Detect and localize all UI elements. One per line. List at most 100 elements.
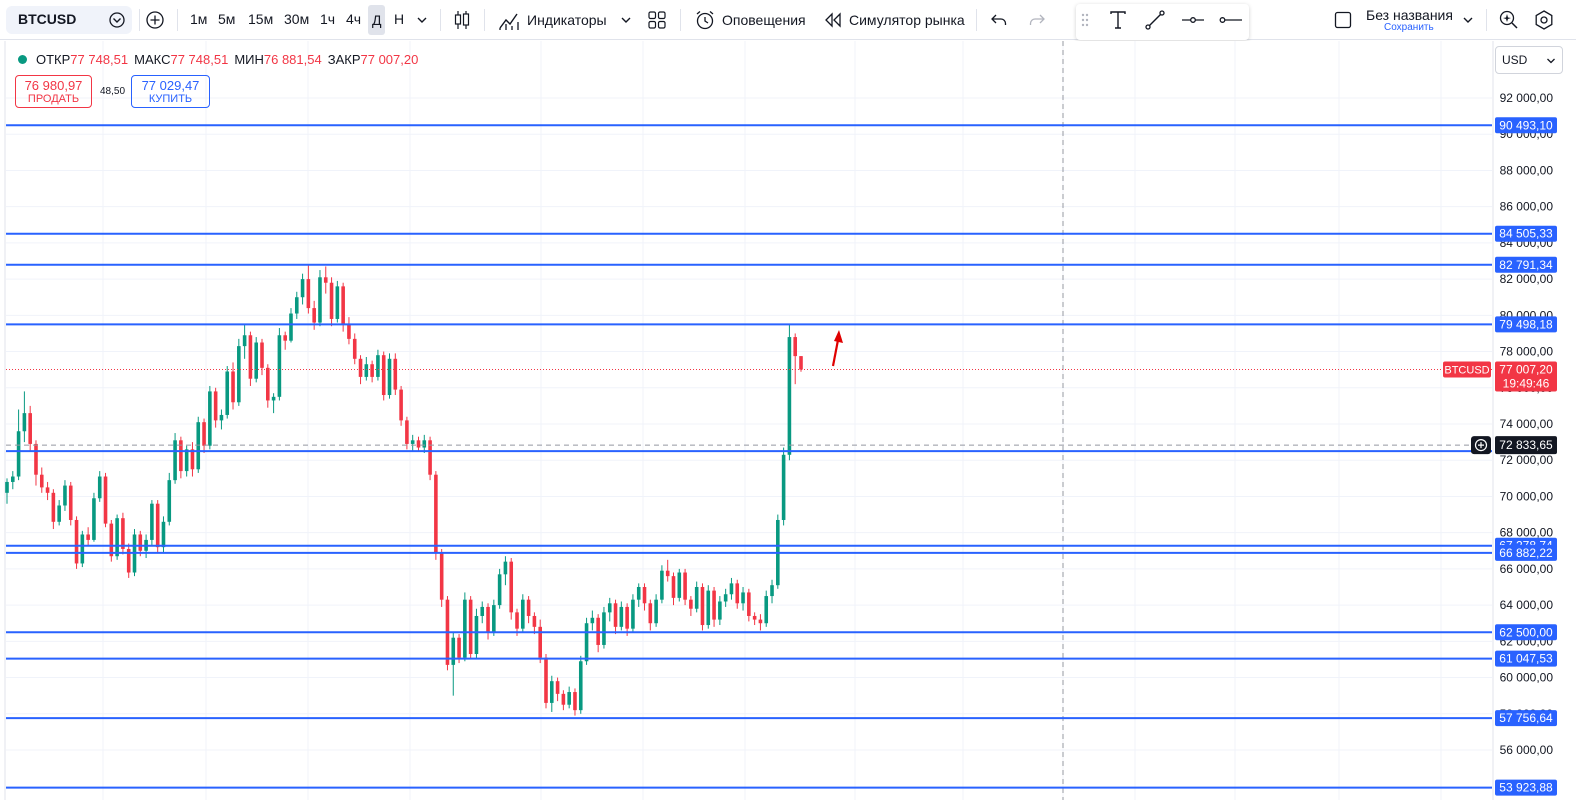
candle-body xyxy=(405,420,409,444)
market-replay-button[interactable]: Симулятор рынка xyxy=(849,12,965,28)
indicators-button[interactable]: Индикаторы xyxy=(527,12,607,28)
candle xyxy=(167,472,172,526)
redo-icon[interactable] xyxy=(1028,12,1046,28)
interval-4h[interactable]: 4ч xyxy=(346,11,361,27)
candle xyxy=(781,447,786,526)
candle-body xyxy=(277,335,282,397)
candle xyxy=(706,585,711,629)
candle-body xyxy=(376,355,380,377)
y-tick-label: 56 000,00 xyxy=(1500,743,1554,757)
interval-15m[interactable]: 15м xyxy=(248,11,273,27)
indicators-icon[interactable] xyxy=(498,9,520,31)
candle xyxy=(787,324,792,461)
candle-body xyxy=(723,594,728,602)
candle-body xyxy=(68,485,73,520)
layouts-grid-icon[interactable] xyxy=(648,11,666,29)
level-price-label: 57 756,64 xyxy=(1499,711,1553,725)
interval-week[interactable]: Н xyxy=(394,11,404,27)
candle xyxy=(683,568,687,606)
drag-grip-icon[interactable] xyxy=(1080,12,1090,28)
candle-body xyxy=(694,587,699,609)
candle xyxy=(381,351,386,401)
last-price-label: 77 007,20 xyxy=(1499,363,1553,377)
candle-body xyxy=(741,592,745,604)
candle-body xyxy=(312,308,316,323)
candle-body xyxy=(364,364,369,377)
settings-gear-icon[interactable] xyxy=(1533,9,1555,31)
candle-body xyxy=(115,518,119,557)
level-price-label: 79 498,18 xyxy=(1499,317,1553,331)
candle xyxy=(80,530,85,568)
buy-price: 77 029,47 xyxy=(141,78,200,93)
candle-body xyxy=(532,615,537,627)
trendline-icon[interactable] xyxy=(1144,9,1166,31)
candle-body xyxy=(28,413,32,444)
price-chart[interactable]: 56 000,0058 000,0060 000,0062 000,0064 0… xyxy=(0,41,1576,805)
chevron-down-circle-icon[interactable] xyxy=(108,11,126,29)
countdown-label: 19:49:46 xyxy=(1503,377,1550,391)
candle-body xyxy=(248,335,253,379)
level-price-label: 62 500,00 xyxy=(1499,625,1553,639)
candle-body xyxy=(521,599,525,629)
high-value: 77 748,51 xyxy=(170,52,229,67)
plus-circle-icon[interactable] xyxy=(145,10,165,30)
candle xyxy=(439,548,444,607)
quick-search-icon[interactable] xyxy=(1498,9,1520,31)
candle-body xyxy=(584,623,589,662)
interval-1h[interactable]: 1ч xyxy=(320,11,335,27)
y-tick-label: 72 000,00 xyxy=(1500,453,1554,467)
currency-select[interactable]: USD xyxy=(1495,46,1563,74)
candle-body xyxy=(492,605,496,633)
alerts-button[interactable]: Оповещения xyxy=(722,12,806,28)
candle-body xyxy=(457,637,461,658)
candle-body xyxy=(341,286,345,325)
candle-body xyxy=(266,367,270,401)
interval-1m[interactable]: 1м xyxy=(190,11,207,27)
candle xyxy=(237,338,241,406)
interval-30m[interactable]: 30м xyxy=(284,11,309,27)
candle-body xyxy=(729,583,734,595)
alarm-clock-icon[interactable] xyxy=(694,9,716,31)
candle-body xyxy=(370,364,374,377)
level-price-label: 84 505,33 xyxy=(1499,227,1553,241)
chevron-down-icon[interactable] xyxy=(620,14,632,26)
undo-icon[interactable] xyxy=(990,12,1008,28)
candle-body xyxy=(39,474,44,488)
candle-body xyxy=(190,449,195,470)
chevron-down-icon[interactable] xyxy=(416,14,428,26)
symbol-label[interactable]: BTCUSD xyxy=(18,11,76,27)
candle-body xyxy=(289,313,293,341)
candle xyxy=(463,592,467,662)
candle-body xyxy=(561,693,566,705)
sell-button[interactable]: 76 980,97 ПРОДАТЬ xyxy=(15,75,92,108)
level-price-label: 61 047,53 xyxy=(1499,652,1553,666)
candle xyxy=(318,270,322,327)
candle xyxy=(173,433,177,484)
open-label: ОТКР xyxy=(36,52,71,67)
chevron-down-icon[interactable] xyxy=(1462,14,1474,26)
rewind-icon[interactable] xyxy=(824,12,842,28)
candle-body xyxy=(578,661,583,711)
open-value: 77 748,51 xyxy=(70,52,129,67)
candle-body xyxy=(196,422,201,470)
candle-body xyxy=(213,391,218,421)
text-tool-icon[interactable] xyxy=(1108,10,1128,30)
candle xyxy=(150,500,154,546)
horizontal-ray-icon[interactable] xyxy=(1181,14,1205,26)
save-link[interactable]: Сохранить xyxy=(1384,22,1434,33)
candle-body xyxy=(434,474,438,553)
layout-name[interactable]: Без названия xyxy=(1366,7,1453,23)
sell-label: ПРОДАТЬ xyxy=(27,93,80,105)
candle xyxy=(387,353,392,399)
candles-icon[interactable] xyxy=(452,9,472,31)
candle-body xyxy=(468,599,473,655)
buy-button[interactable]: 77 029,47 КУПИТЬ xyxy=(131,75,210,108)
interval-5m[interactable]: 5м xyxy=(218,11,235,27)
interval-day[interactable]: Д xyxy=(368,5,386,35)
candle-body xyxy=(474,615,479,655)
fullscreen-square-icon[interactable] xyxy=(1334,11,1352,29)
currency-value: USD xyxy=(1502,53,1528,67)
candle-body xyxy=(416,440,421,448)
horizontal-line-icon[interactable] xyxy=(1219,14,1243,26)
candle-body xyxy=(300,279,305,298)
